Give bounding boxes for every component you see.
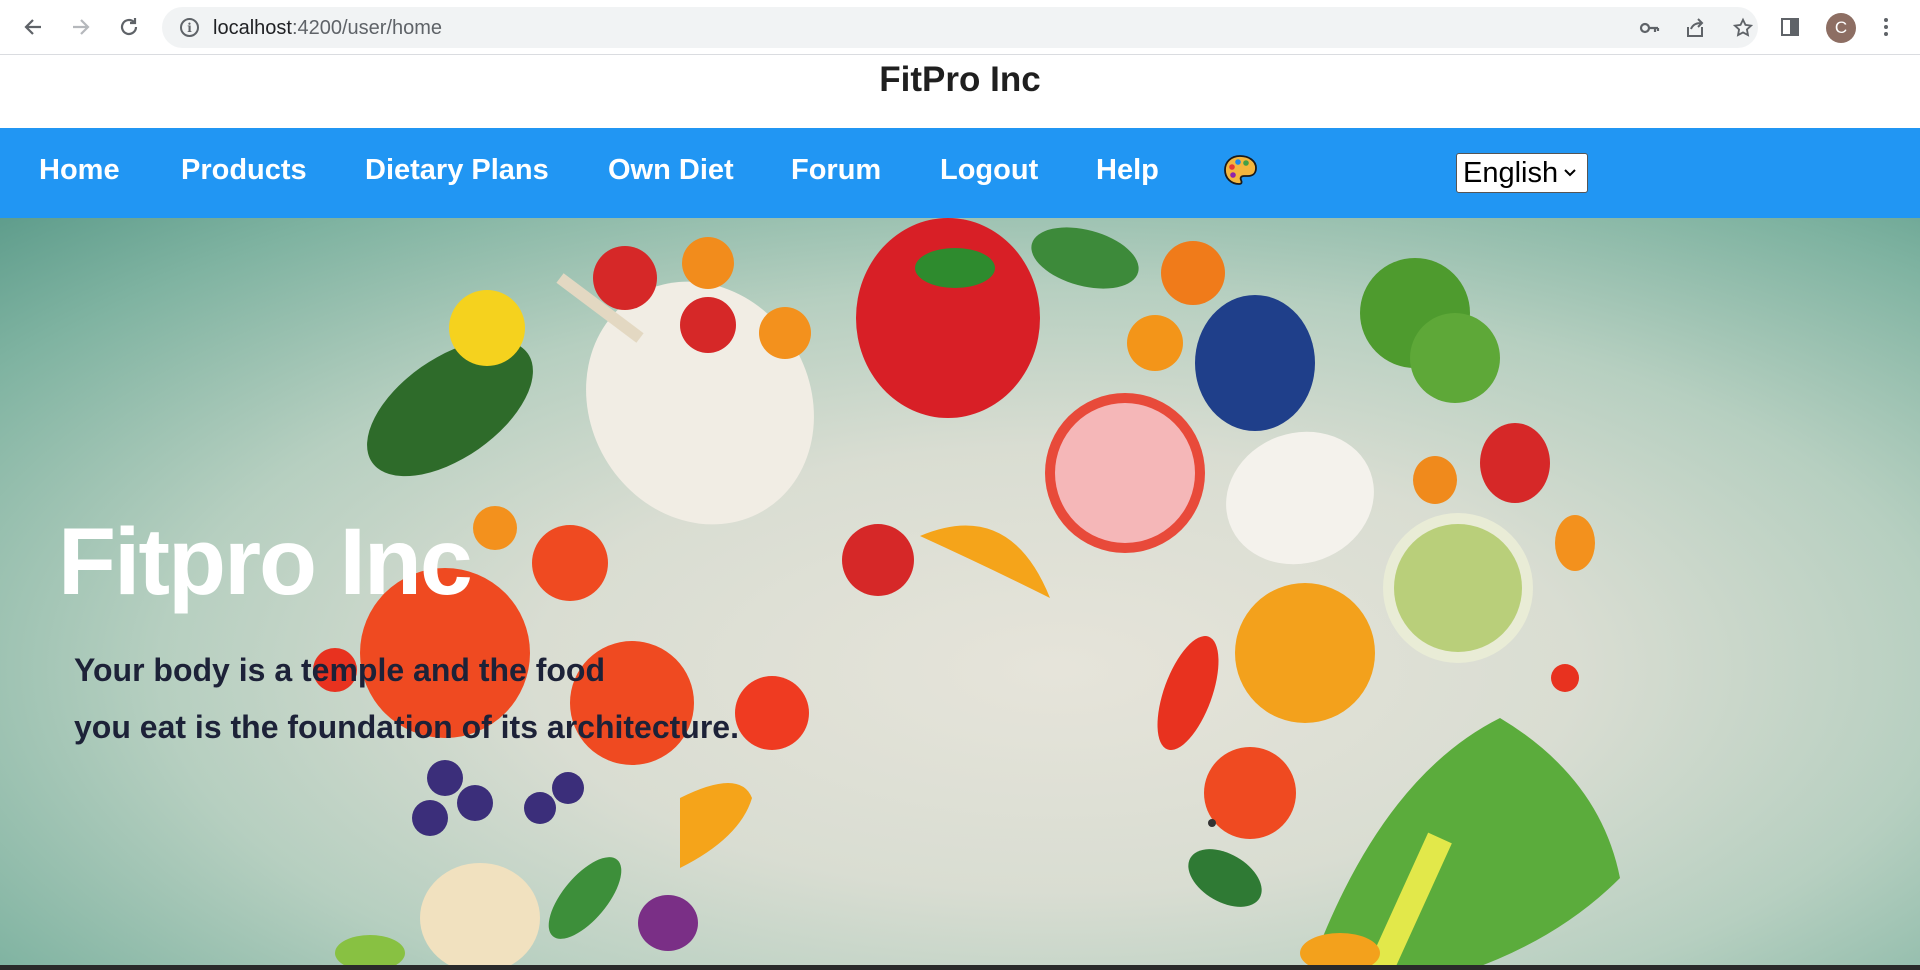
url-text[interactable]: localhost:4200/user/home: [213, 17, 442, 40]
nav-link-products[interactable]: Products: [181, 154, 307, 187]
nav-link-help[interactable]: Help: [1096, 154, 1159, 187]
main-navbar: Home Products Dietary Plans Own Diet For…: [0, 128, 1920, 218]
site-header: FitPro Inc: [0, 56, 1920, 128]
key-icon[interactable]: [1636, 15, 1662, 41]
hero-title: Fitpro Inc: [58, 509, 473, 615]
nav-link-logout[interactable]: Logout: [940, 154, 1038, 187]
language-select-value: English: [1463, 156, 1559, 189]
share-icon[interactable]: [1682, 15, 1708, 41]
language-select[interactable]: English: [1456, 153, 1588, 193]
browser-toolbar: i localhost:4200/user/home C: [0, 0, 1920, 55]
side-panel-icon[interactable]: [1776, 13, 1804, 41]
forward-icon[interactable]: [66, 12, 96, 42]
kebab-menu-icon[interactable]: [1872, 13, 1900, 41]
bookmark-star-icon[interactable]: [1730, 15, 1756, 41]
hero-tagline-line2: you eat is the foundation of its archite…: [74, 709, 739, 745]
nav-link-home[interactable]: Home: [39, 154, 120, 187]
hero-banner: Fitpro Inc Your body is a temple and the…: [0, 218, 1920, 970]
nav-link-forum[interactable]: Forum: [791, 154, 881, 187]
nav-link-own-diet[interactable]: Own Diet: [608, 154, 734, 187]
back-icon[interactable]: [18, 12, 48, 42]
hero-tagline-line1: Your body is a temple and the food: [74, 652, 605, 688]
profile-avatar[interactable]: C: [1826, 13, 1856, 43]
page-bottom-divider: [0, 965, 1920, 970]
chevron-down-icon: [1564, 164, 1576, 182]
theme-palette-icon[interactable]: [1222, 153, 1258, 189]
nav-link-dietary-plans[interactable]: Dietary Plans: [365, 154, 549, 187]
address-bar[interactable]: i localhost:4200/user/home: [162, 7, 1758, 48]
site-title: FitPro Inc: [879, 60, 1041, 99]
reload-icon[interactable]: [114, 12, 144, 42]
site-info-icon[interactable]: i: [180, 18, 199, 37]
